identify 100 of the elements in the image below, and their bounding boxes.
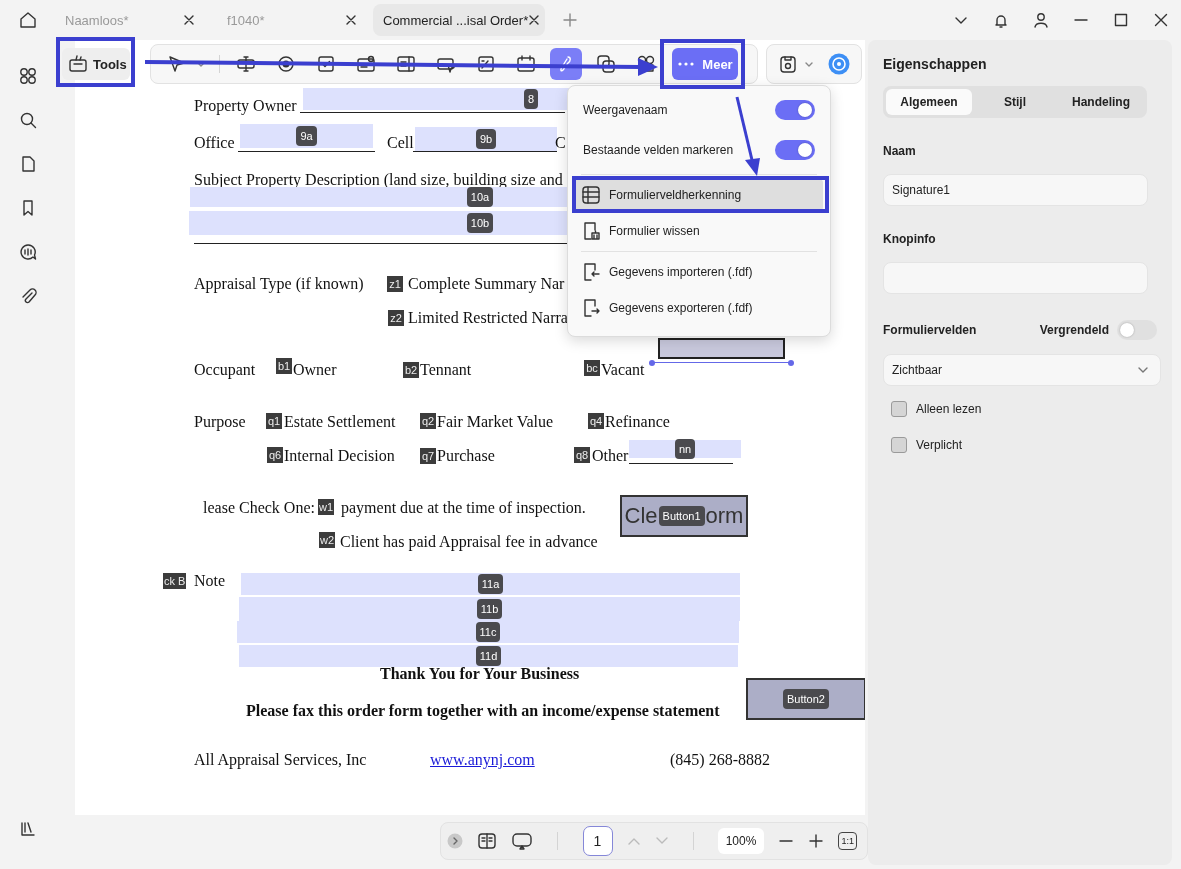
page-number-field[interactable]: 1 <box>582 826 613 856</box>
button-label: Cle <box>624 503 658 529</box>
chevron-down-icon <box>1138 367 1148 373</box>
checkbox-field[interactable]: q2 <box>420 413 436 429</box>
form-recognition-icon <box>581 185 601 205</box>
image-field-icon[interactable] <box>476 54 496 74</box>
checkbox-field[interactable]: bc <box>584 360 600 376</box>
field-name-tag: nn <box>674 439 696 459</box>
form-field[interactable]: 9a <box>240 124 373 148</box>
actual-size-button[interactable]: 1:1 <box>838 832 857 850</box>
document-text: Complete Summary Nar <box>408 274 565 294</box>
toggle-label: Vergrendeld <box>1039 323 1109 337</box>
checkbox-field[interactable]: z2 <box>388 310 404 326</box>
toggle-switch[interactable] <box>1117 320 1157 340</box>
field-name-tag: 10a <box>466 187 494 207</box>
field-label: Knopinfo <box>883 232 937 246</box>
checkbox[interactable] <box>891 401 907 417</box>
text-field-icon[interactable] <box>236 54 256 74</box>
expand-icon[interactable] <box>447 833 463 849</box>
document-text: C <box>555 133 566 153</box>
checkbox-field[interactable]: q7 <box>420 448 436 464</box>
document-text: Purchase <box>437 446 495 466</box>
close-icon[interactable] <box>1153 12 1169 28</box>
name-field[interactable]: Signature1 <box>883 174 1148 206</box>
close-icon[interactable] <box>183 14 195 26</box>
form-field[interactable]: nn <box>629 440 741 458</box>
toolbox-icon <box>68 54 88 74</box>
menu-item[interactable]: Gegevens exporteren (.fdf) <box>575 292 823 324</box>
copy-icon[interactable] <box>596 54 616 74</box>
document-text: payment due at the time of inspection. <box>341 498 586 518</box>
bell-icon[interactable] <box>993 12 1009 28</box>
checkbox-field[interactable]: q6 <box>267 447 283 463</box>
field-name-tag: 9a <box>296 126 317 146</box>
checkbox-field[interactable]: w2 <box>319 532 336 548</box>
document-text: All Appraisal Services, Inc <box>194 750 367 770</box>
document-text: Limited Restricted Narra <box>408 308 568 328</box>
document-text: Property Owner <box>194 96 297 116</box>
menu-item[interactable]: Gegevens importeren (.fdf) <box>575 256 823 288</box>
checkbox-field[interactable]: q8 <box>574 447 590 463</box>
document-text: Vacant <box>601 360 645 380</box>
calendar-icon[interactable] <box>516 54 536 74</box>
panel-tab[interactable]: Handeling <box>1058 89 1144 115</box>
document-heading: Please fax this order form together with an income/expense statement <box>246 701 720 721</box>
checkbox-field[interactable]: b1 <box>276 358 292 374</box>
more-button[interactable]: Meer <box>672 48 738 80</box>
panel-tab[interactable]: Algemeen <box>886 89 972 115</box>
document-text: Note <box>194 571 226 591</box>
document-text: Other <box>592 446 629 466</box>
form-button[interactable]: Button2 <box>746 678 865 720</box>
toggle-switch[interactable] <box>775 140 815 160</box>
toggle-switch[interactable] <box>775 100 815 120</box>
export-icon <box>581 298 601 318</box>
checkbox[interactable] <box>891 437 907 453</box>
assistant-icon[interactable] <box>827 53 850 75</box>
form-field[interactable]: 11b <box>239 597 740 621</box>
checkbox-icon[interactable] <box>316 54 336 74</box>
document-tab[interactable]: Commercial ...isal Order* <box>373 4 545 36</box>
shapes-icon[interactable] <box>636 54 656 74</box>
caret-icon[interactable] <box>805 60 813 68</box>
form-field[interactable]: 11d <box>239 645 738 667</box>
plus-icon[interactable] <box>808 834 825 848</box>
form-button[interactable]: Cle Button1 orm <box>620 495 748 537</box>
zoom-field[interactable]: 100% <box>718 828 764 854</box>
checkbox-field[interactable]: q1 <box>266 413 282 429</box>
signature-field[interactable] <box>652 338 791 363</box>
radio-button-icon[interactable] <box>276 54 296 74</box>
combo-box-icon[interactable] <box>356 54 376 74</box>
comment-icon[interactable] <box>18 243 37 261</box>
list-box-icon[interactable] <box>396 54 416 74</box>
checkbox-label: Alleen lezen <box>916 402 982 416</box>
checkbox-field[interactable]: z1 <box>387 276 403 292</box>
checkbox-label: Verplicht <box>916 438 963 452</box>
panel-tab[interactable]: Stijl <box>972 89 1058 115</box>
search-icon[interactable] <box>18 111 37 129</box>
home-icon[interactable] <box>17 10 38 30</box>
two-page-icon[interactable] <box>477 831 498 851</box>
panel-title: Eigenschappen <box>883 56 988 72</box>
field-name-tag: 8 <box>523 89 539 109</box>
close-icon[interactable] <box>345 14 357 26</box>
checkbox-field[interactable]: w1 <box>318 499 335 515</box>
tools-button[interactable]: Tools <box>62 48 130 80</box>
save-icon[interactable] <box>778 54 799 74</box>
books-icon[interactable] <box>18 820 37 838</box>
user-icon[interactable] <box>1033 12 1049 28</box>
presentation-icon[interactable] <box>511 831 534 851</box>
checkbox-field[interactable]: ck B <box>163 573 187 589</box>
apps-icon[interactable] <box>18 67 37 85</box>
field-name-tag: 11d <box>475 646 502 666</box>
maximize-icon[interactable] <box>1113 12 1129 28</box>
form-field[interactable]: 11a <box>241 573 740 595</box>
visibility-dropdown[interactable]: Zichtbaar <box>883 354 1161 386</box>
close-icon[interactable] <box>528 14 541 26</box>
document-text: Office <box>194 133 235 153</box>
field-name-tag: 9b <box>475 129 497 149</box>
form-field[interactable]: 11c <box>237 621 739 643</box>
field-name-tag: 11a <box>477 574 504 594</box>
checkbox-field[interactable]: b2 <box>403 362 419 378</box>
document-text: Appraisal Type (if known) <box>194 274 364 294</box>
checkbox-field[interactable]: q4 <box>588 413 604 429</box>
website-link[interactable]: www.anynj.com <box>430 750 535 770</box>
